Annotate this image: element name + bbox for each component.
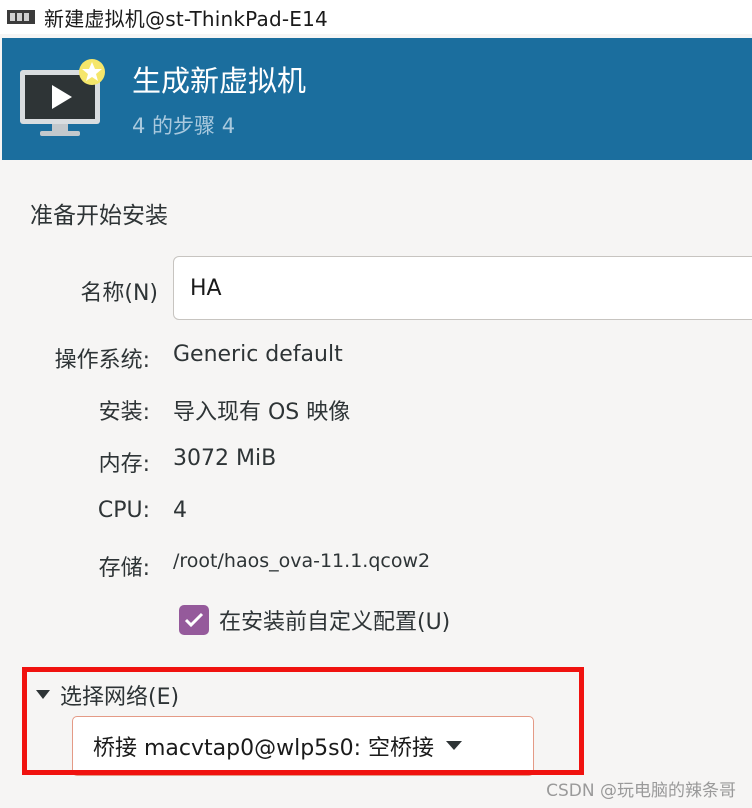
customize-checkbox[interactable] [179,605,209,635]
watermark-text: CSDN @玩电脑的辣条哥 [546,781,736,801]
checkmark-icon [184,612,204,628]
highlight-annotation-box [22,667,584,775]
name-label: 名称(N) [80,281,158,306]
new-vm-icon [20,59,105,136]
vm-name-input[interactable] [173,256,752,320]
storage-label: 存储: [98,556,150,581]
wizard-step: 4 的步骤 4 [132,114,236,138]
section-title: 准备开始安装 [30,203,168,229]
window-title: 新建虚拟机@st-ThinkPad-E14 [44,6,328,31]
wizard-header: 生成新虚拟机 4 的步骤 4 [2,38,752,160]
cpu-label: CPU: [97,498,150,523]
os-label: 操作系统: [54,348,150,373]
memory-label: 内存: [98,452,150,477]
window-titlebar: 新建虚拟机@st-ThinkPad-E14 [0,0,752,34]
customize-checkbox-row[interactable]: 在安装前自定义配置(U) [179,601,450,639]
virt-manager-icon [7,10,35,24]
storage-value: /root/haos_ova-11.1.qcow2 [173,550,431,572]
os-value: Generic default [173,342,343,367]
install-label: 安装: [98,400,150,425]
cpu-value: 4 [173,498,187,523]
customize-label: 在安装前自定义配置(U) [219,610,451,635]
memory-value: 3072 MiB [173,446,277,471]
wizard-title: 生成新虚拟机 [132,64,307,98]
install-value: 导入现有 OS 映像 [173,400,351,425]
